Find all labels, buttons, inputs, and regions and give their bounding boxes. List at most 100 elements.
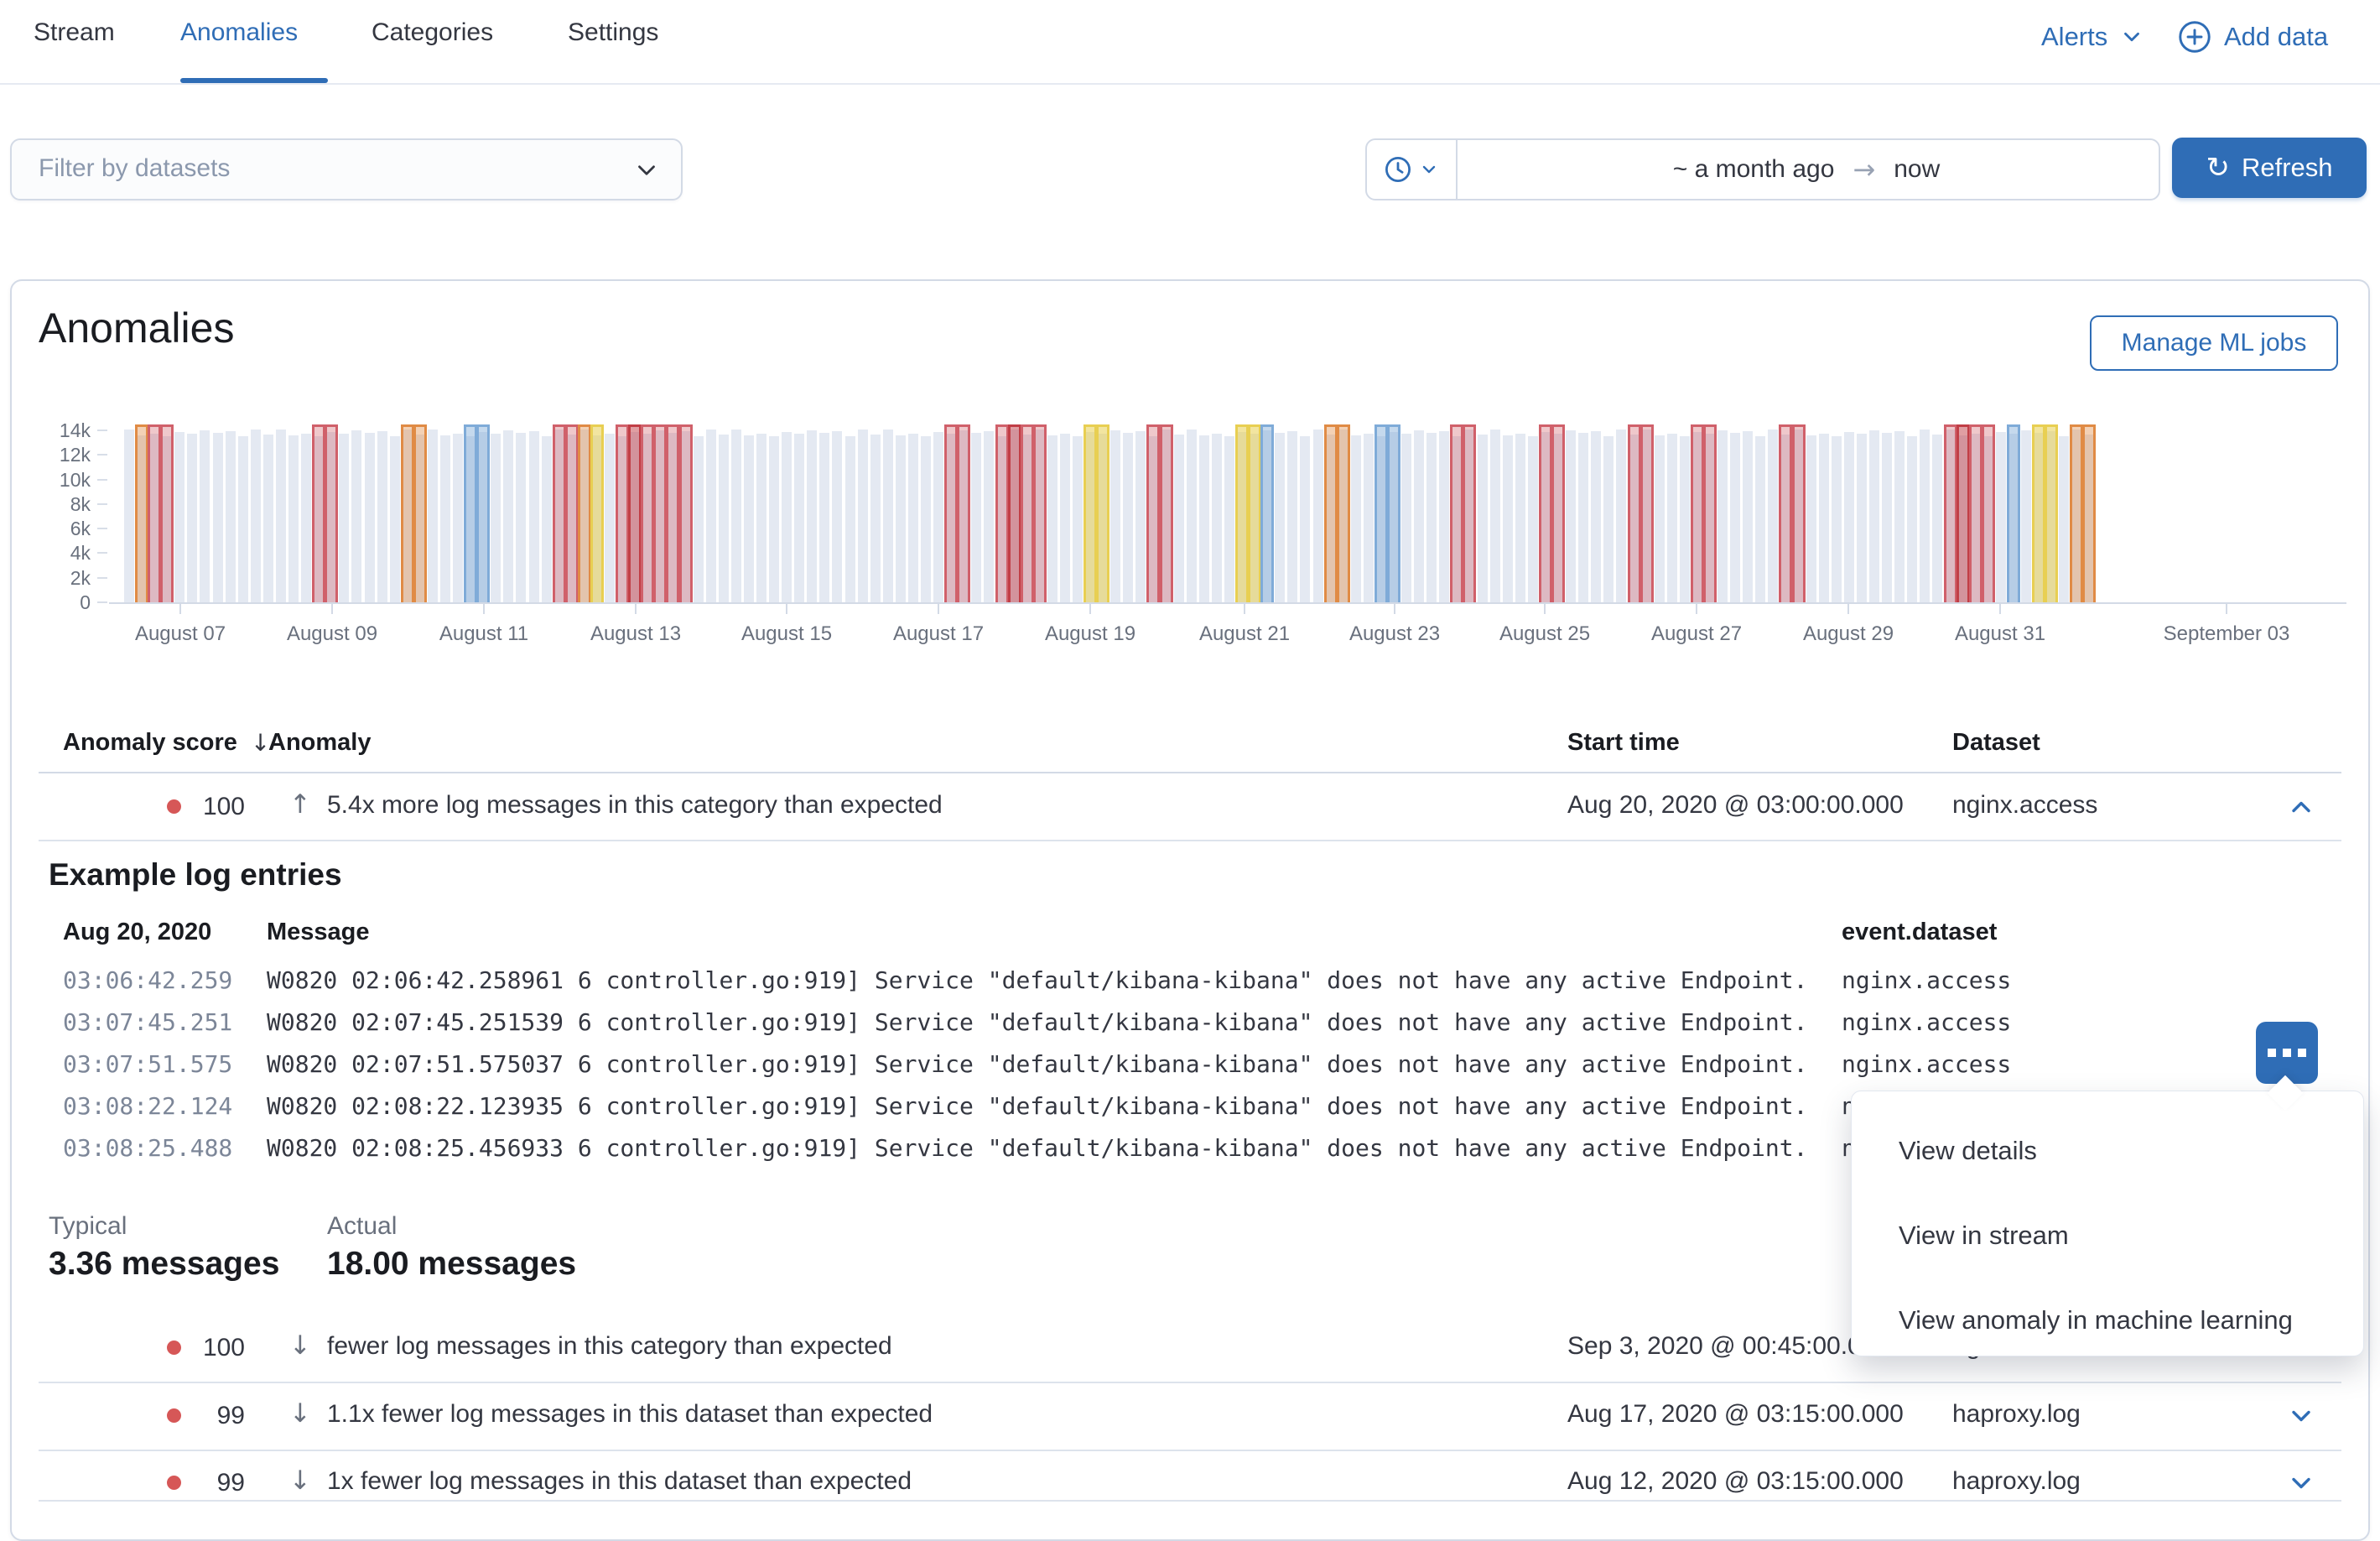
anomaly-bar-minor[interactable] (2032, 424, 2045, 602)
histogram-bar[interactable] (491, 434, 501, 602)
histogram-bar[interactable] (896, 435, 906, 602)
anomaly-bar-warning[interactable] (1374, 424, 1388, 602)
histogram-bar[interactable] (819, 433, 829, 602)
histogram-bar[interactable] (1187, 430, 1197, 602)
anomaly-bar-minor[interactable] (1235, 424, 1249, 602)
histogram-bar[interactable] (301, 434, 311, 602)
anomaly-bar-critical[interactable] (1146, 424, 1160, 602)
histogram-bar[interactable] (226, 431, 236, 602)
histogram-bar[interactable] (1832, 436, 1842, 602)
histogram-bar[interactable] (1047, 435, 1057, 602)
histogram-bar[interactable] (706, 430, 716, 602)
histogram-bar[interactable] (2021, 430, 2031, 602)
histogram-bar[interactable] (213, 433, 223, 602)
histogram-bar[interactable] (365, 433, 375, 602)
histogram-bar[interactable] (1426, 433, 1437, 602)
column-header-anomaly-score[interactable]: Anomaly score (63, 729, 237, 757)
histogram-bar[interactable] (719, 435, 729, 602)
histogram-bar[interactable] (288, 435, 299, 602)
histogram-bar[interactable] (1300, 436, 1310, 602)
anomaly-bar-warning[interactable] (476, 424, 490, 602)
anomaly-bar-critical[interactable] (1450, 424, 1463, 602)
histogram-bar[interactable] (276, 430, 286, 602)
histogram-bar[interactable] (1275, 433, 1285, 602)
anomaly-bar-critical[interactable] (944, 424, 958, 602)
histogram-bar[interactable] (858, 430, 868, 602)
anomaly-bar-critical[interactable] (148, 424, 161, 602)
anomaly-bar-critical[interactable] (616, 424, 629, 602)
anomaly-bar-critical[interactable] (1033, 424, 1047, 602)
histogram-bar[interactable] (1819, 434, 1829, 602)
anomaly-bar-major[interactable] (2082, 424, 2096, 602)
anomaly-table-row[interactable]: 99↓1.1x fewer log messages in this datas… (39, 1382, 2341, 1451)
histogram-bar[interactable] (263, 435, 273, 602)
anomaly-bar-critical[interactable] (1969, 424, 1982, 602)
histogram-bar[interactable] (440, 435, 450, 602)
sort-descending-icon[interactable]: ↓ (251, 729, 270, 757)
expand-row-chevron-icon[interactable] (2286, 1401, 2316, 1431)
histogram-bar[interactable] (1907, 436, 1917, 602)
anomaly-bar-critical[interactable] (1691, 424, 1704, 602)
histogram-bar[interactable] (769, 436, 779, 602)
anomaly-bar-major[interactable] (1324, 424, 1338, 602)
histogram-bar[interactable] (1667, 434, 1677, 602)
column-header-start-time[interactable]: Start time (1567, 717, 1680, 768)
histogram-bar[interactable] (1844, 432, 1854, 602)
histogram-bar[interactable] (339, 434, 349, 602)
histogram-bar[interactable] (377, 431, 387, 602)
histogram-bar[interactable] (1199, 435, 1209, 602)
histogram-bar[interactable] (1135, 431, 1146, 602)
anomaly-bar-critical[interactable] (679, 424, 693, 602)
histogram-bar[interactable] (1857, 434, 1867, 602)
log-entry-row[interactable]: 03:07:45.251W0820 02:07:45.251539 6 cont… (0, 1003, 2380, 1044)
histogram-bar[interactable] (1503, 435, 1513, 602)
histogram-bar[interactable] (832, 431, 842, 602)
histogram-bar[interactable] (174, 432, 184, 602)
histogram-bar[interactable] (1616, 430, 1626, 602)
anomaly-bar-critical[interactable] (325, 424, 338, 602)
histogram-bar[interactable] (1932, 435, 1942, 602)
histogram-bar[interactable] (1110, 430, 1120, 602)
histogram-bar[interactable] (1073, 436, 1083, 602)
anomaly-bar-critical_dark[interactable] (628, 424, 642, 602)
anomaly-bar-critical[interactable] (1703, 424, 1717, 602)
histogram-bar[interactable] (1287, 431, 1297, 602)
anomaly-bar-minor[interactable] (2045, 424, 2058, 602)
anomaly-bar-critical_dark[interactable] (1008, 424, 1021, 602)
histogram-bar[interactable] (1212, 434, 1222, 602)
anomaly-bar-critical[interactable] (1944, 424, 1957, 602)
histogram-bar[interactable] (1996, 432, 2006, 602)
histogram-bar[interactable] (908, 434, 918, 602)
anomaly-bar-major[interactable] (1337, 424, 1350, 602)
histogram-bar[interactable] (1743, 431, 1753, 602)
anomaly-bar-critical_dark[interactable] (1956, 424, 1970, 602)
anomaly-bar-critical[interactable] (641, 424, 654, 602)
anomaly-bar-critical[interactable] (1628, 424, 1641, 602)
collapse-row-chevron-icon[interactable] (2286, 792, 2316, 822)
histogram-bar[interactable] (1566, 430, 1576, 602)
histogram-bar[interactable] (1894, 431, 1905, 602)
log-entry-row[interactable]: 03:07:51.575W0820 02:07:51.575037 6 cont… (0, 1045, 2380, 1085)
histogram-bar[interactable] (605, 434, 615, 602)
histogram-bar[interactable] (1882, 433, 1892, 602)
histogram-bar[interactable] (1123, 433, 1133, 602)
anomaly-bar-minor[interactable] (1083, 424, 1097, 602)
anomaly-bar-warning[interactable] (464, 424, 477, 602)
histogram-bar[interactable] (794, 434, 804, 602)
menu-item-view-details[interactable]: View details (1852, 1125, 2363, 1177)
histogram-bar[interactable] (1351, 435, 1361, 602)
anomaly-bar-critical[interactable] (1792, 424, 1806, 602)
histogram-bar[interactable] (744, 435, 754, 602)
histogram-bar[interactable] (1515, 434, 1525, 602)
histogram-bar[interactable] (1655, 435, 1665, 602)
histogram-bar[interactable] (1768, 430, 1778, 602)
histogram-bar[interactable] (2059, 436, 2069, 602)
histogram-bar[interactable] (883, 430, 893, 602)
histogram-bar[interactable] (1755, 436, 1765, 602)
anomaly-bar-minor[interactable] (1248, 424, 1261, 602)
menu-item-view-anomaly-in-ml[interactable]: View anomaly in machine learning (1852, 1294, 2363, 1346)
histogram-bar[interactable] (390, 436, 400, 602)
histogram-bar[interactable] (870, 435, 881, 602)
anomaly-table-row[interactable]: 99↓1x fewer log messages in this dataset… (39, 1450, 2341, 1502)
histogram-bar[interactable] (1478, 435, 1488, 602)
